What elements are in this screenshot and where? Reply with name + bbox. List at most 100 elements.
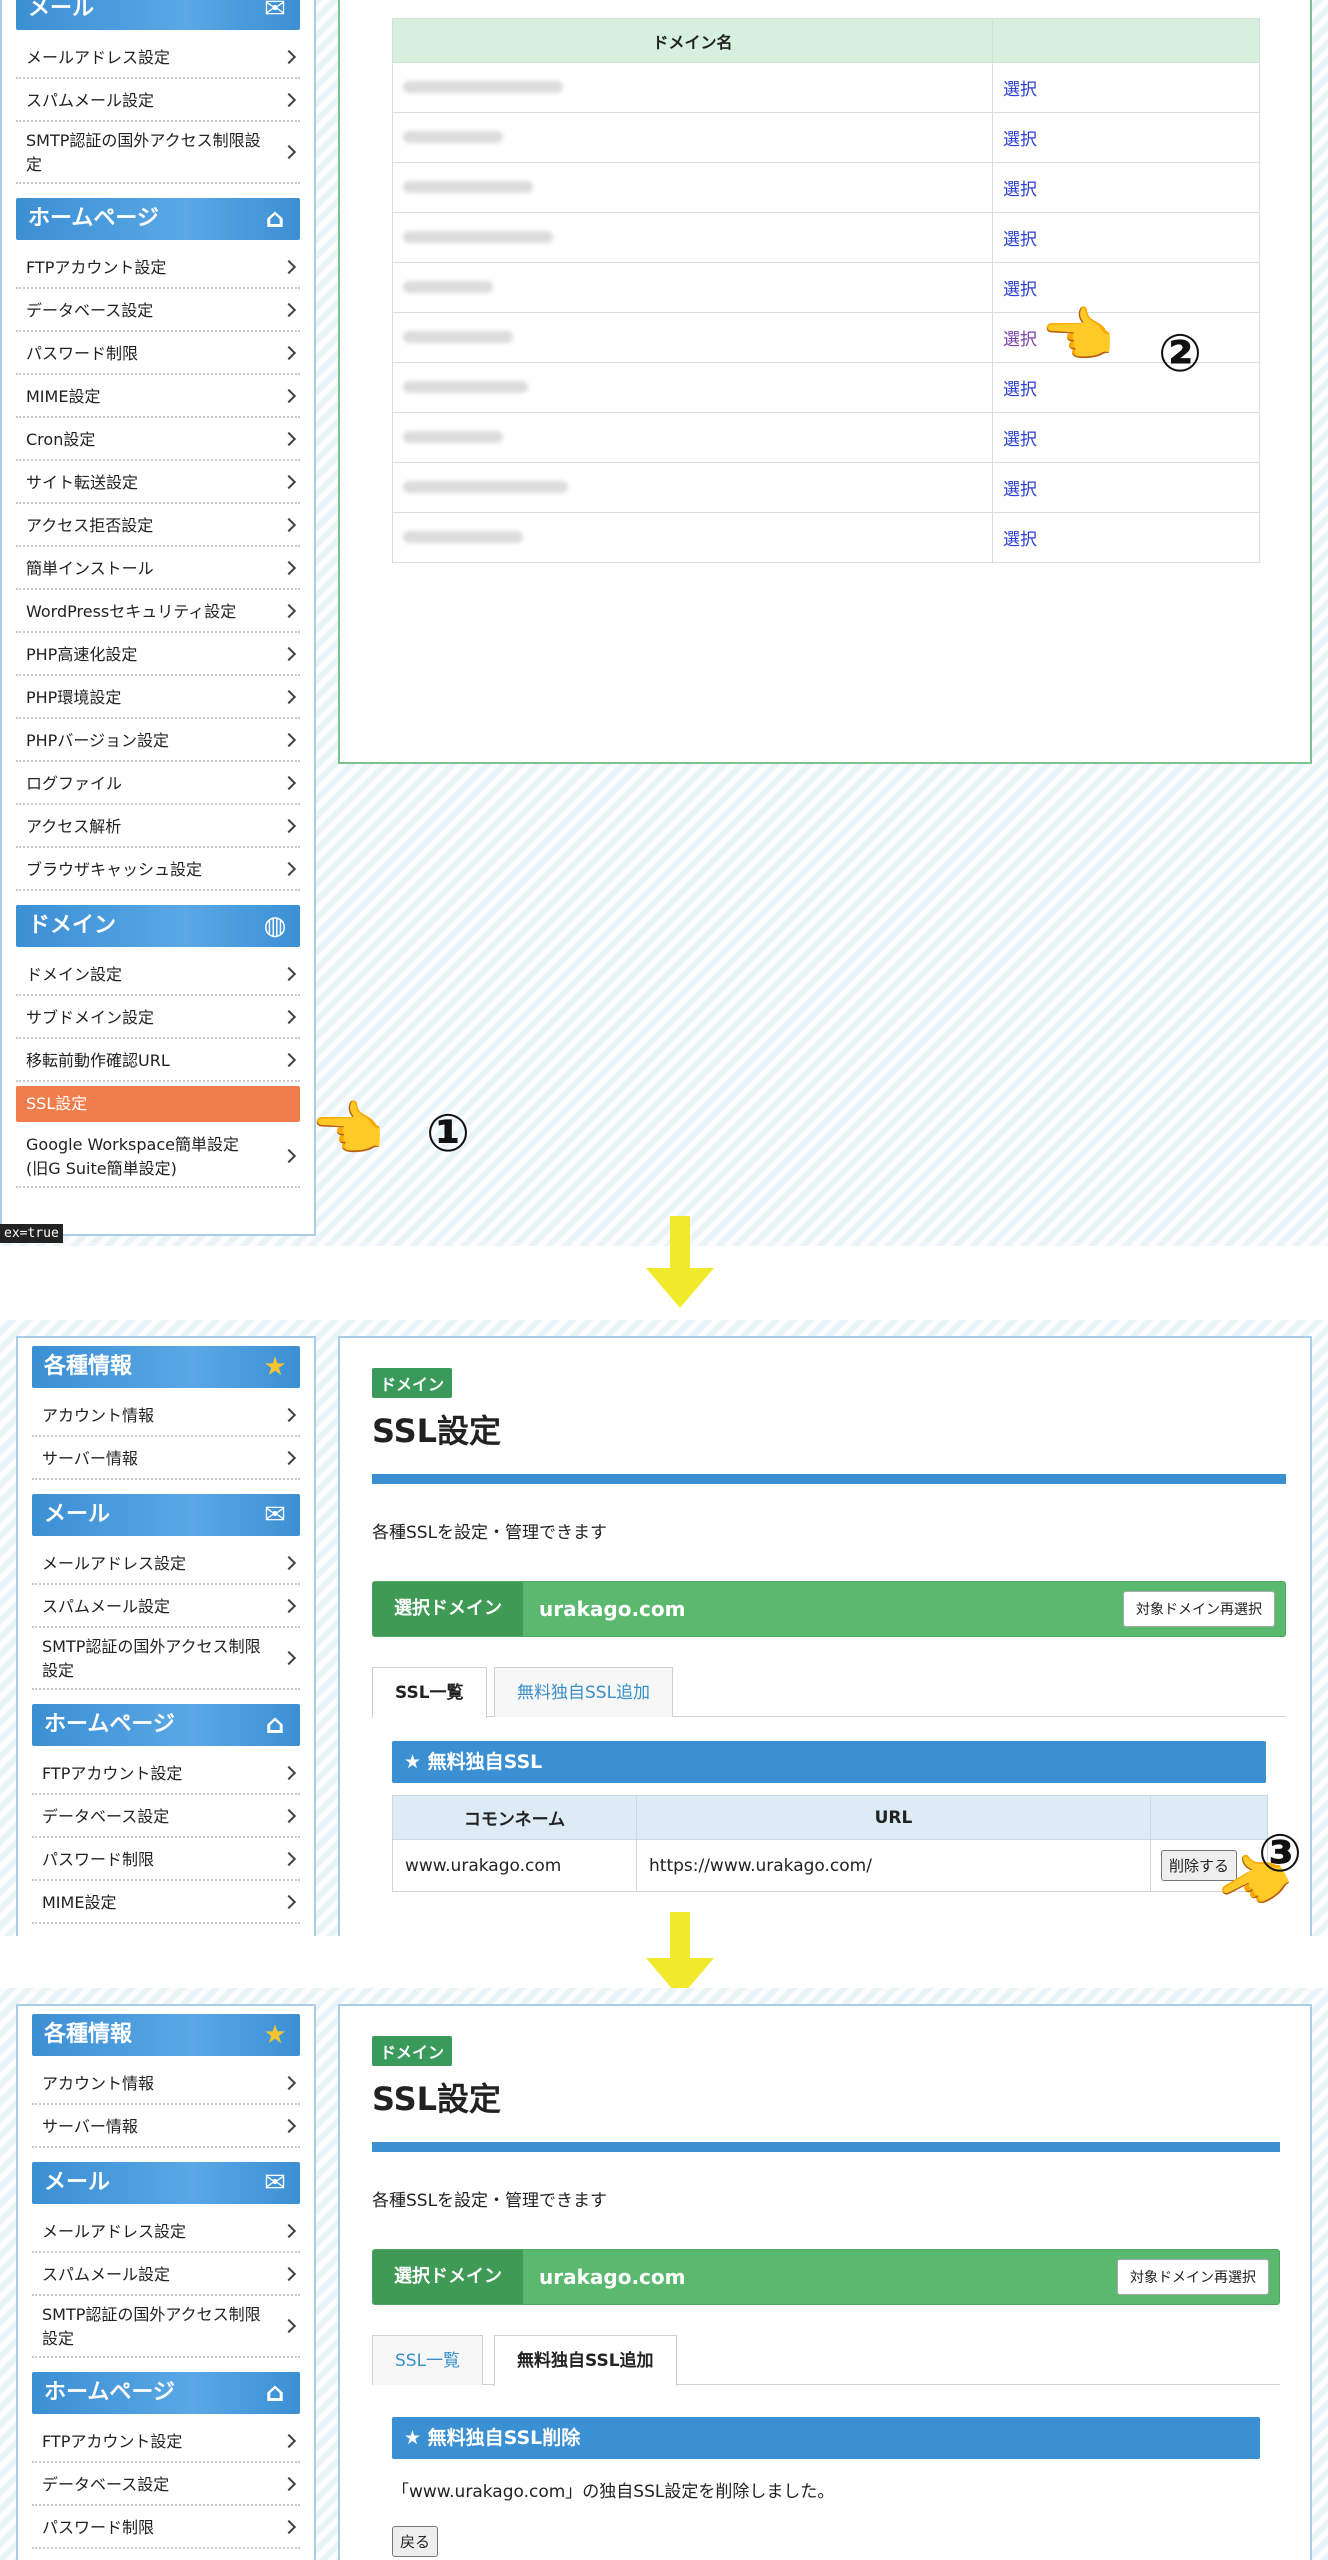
menu-wp-security[interactable]: WordPressセキュリティ設定 [16,590,300,633]
mail-icon: ✉ [264,0,286,24]
menu-preview-url[interactable]: 移転前動作確認URL [16,1039,300,1082]
select-link[interactable]: 選択 [1003,430,1037,450]
menu-mail-address[interactable]: メールアドレス設定 [16,36,300,79]
menu-smtp-restrict[interactable]: SMTP認証の国外アクセス制限設定 [16,122,300,184]
blurred-domain [403,481,568,493]
menu-spam-mail[interactable]: スパムメール設定 [32,1585,300,1628]
chevron-right-icon [281,92,297,107]
tab-ssl-list[interactable]: SSL一覧 [372,1667,487,1718]
page-description: 各種SSLを設定・管理できます [372,2191,608,2211]
menu-account-info[interactable]: アカウント情報 [32,1394,300,1437]
menu-site-redirect[interactable]: サイト転送設定 [16,461,300,504]
chevron-right-icon [281,1052,297,1067]
category-homepage: ホームページ ⌂ [16,198,300,240]
menu-server-info[interactable]: サーバー情報 [32,1437,300,1480]
select-link[interactable]: 選択 [1003,280,1037,300]
category-mail: メール ✉ [32,1494,300,1536]
table-row-selected: 選択 [392,312,1260,363]
menu-ssl-setting[interactable]: SSL設定 [16,1086,300,1122]
menu-spam-mail[interactable]: スパムメール設定 [32,2253,300,2296]
menu-subdomain[interactable]: サブドメイン設定 [16,996,300,1039]
menu-mime[interactable]: MIME設定 [16,375,300,418]
menu-ftp[interactable]: FTPアカウント設定 [32,1752,300,1795]
page-description: 各種SSLを設定・管理できます [372,1523,608,1543]
menu-ftp[interactable]: FTPアカウント設定 [16,246,300,289]
star-icon: ★ [263,2020,287,2050]
tab-bar: SSL一覧 無料独自SSL追加 [372,2335,1280,2386]
category-homepage: ホームページ ⌂ [32,2372,300,2414]
chevron-right-icon [281,861,297,876]
menu-mail-address[interactable]: メールアドレス設定 [32,2210,300,2253]
chevron-right-icon [281,1148,297,1164]
blurred-domain [403,281,493,293]
select-link[interactable]: 選択 [1003,480,1037,500]
menu-mail-address[interactable]: メールアドレス設定 [32,1542,300,1585]
select-link[interactable]: 選択 [1003,530,1037,550]
menu-browser-cache[interactable]: ブラウザキャッシュ設定 [16,848,300,891]
blurred-domain [403,331,513,343]
chevron-right-icon [281,818,297,833]
select-link-target[interactable]: 選択 [1003,330,1037,350]
blurred-domain [403,381,528,393]
chevron-right-icon [281,1851,297,1866]
menu-php-env[interactable]: PHP環境設定 [16,676,300,719]
menu-password[interactable]: パスワード制限 [16,332,300,375]
menu-php-speed[interactable]: PHP高速化設定 [16,633,300,676]
category-info: 各種情報 ★ [32,2014,300,2056]
menu-log-file[interactable]: ログファイル [16,762,300,805]
select-link[interactable]: 選択 [1003,180,1037,200]
menu-database[interactable]: データベース設定 [32,1795,300,1838]
step3-main: ドメイン SSL設定 各種SSLを設定・管理できます 選択ドメイン urakag… [338,2004,1312,2560]
menu-database[interactable]: データベース設定 [16,289,300,332]
table-row: 選択 [392,162,1260,213]
selected-domain-value: urakago.com [539,1597,686,1621]
reselect-domain-button[interactable]: 対象ドメイン再選択 [1123,1591,1275,1627]
select-link[interactable]: 選択 [1003,130,1037,150]
select-link[interactable]: 選択 [1003,230,1037,250]
step2-main: ドメイン SSL設定 各種SSLを設定・管理できます 選択ドメイン urakag… [338,1336,1312,1936]
reselect-domain-button[interactable]: 対象ドメイン再選択 [1117,2259,1269,2295]
chevron-right-icon [281,388,297,403]
menu-password[interactable]: パスワード制限 [32,1838,300,1881]
chevron-right-icon [281,2433,297,2448]
chevron-right-icon [281,49,297,64]
blurred-domain [403,81,563,93]
menu-smtp-restrict[interactable]: SMTP認証の国外アクセス制限設定 [32,2296,300,2358]
selected-domain-bar: 選択ドメイン urakago.com 対象ドメイン再選択 [372,1581,1286,1637]
step-marker-2: ② [1158,324,1203,384]
back-button[interactable]: 戻る [392,2526,439,2557]
section-tag: ドメイン [372,2036,453,2066]
chevron-right-icon [281,2519,297,2534]
menu-domain-setting[interactable]: ドメイン設定 [16,953,300,996]
chevron-right-icon [281,1894,297,1909]
select-link[interactable]: 選択 [1003,80,1037,100]
menu-account-info[interactable]: アカウント情報 [32,2062,300,2105]
menu-database[interactable]: データベース設定 [32,2463,300,2506]
debug-tooltip: ex=true [0,1224,63,1243]
chevron-right-icon [281,1808,297,1823]
table-row: 選択 [392,462,1260,513]
pointing-hand-icon: 👈 [1040,301,1115,371]
menu-smtp-restrict[interactable]: SMTP認証の国外アクセス制限設定 [32,1628,300,1690]
menu-spam-mail[interactable]: スパムメール設定 [16,79,300,122]
menu-password[interactable]: パスワード制限 [32,2506,300,2549]
category-mail: メール ✉ [32,2162,300,2204]
menu-ftp[interactable]: FTPアカウント設定 [32,2420,300,2463]
select-link[interactable]: 選択 [1003,380,1037,400]
tab-free-ssl-add[interactable]: 無料独自SSL追加 [494,2335,677,2386]
menu-server-info[interactable]: サーバー情報 [32,2105,300,2148]
selected-domain-value: urakago.com [539,2265,686,2289]
tab-ssl-list[interactable]: SSL一覧 [372,2335,484,2385]
menu-easy-install[interactable]: 簡単インストール [16,547,300,590]
menu-access-deny[interactable]: アクセス拒否設定 [16,504,300,547]
menu-php-version[interactable]: PHPバージョン設定 [16,719,300,762]
menu-google-workspace[interactable]: Google Workspace簡単設定 (旧G Suite簡単設定) [16,1126,300,1188]
step-marker-1: ① [426,1104,471,1164]
chevron-right-icon [281,302,297,317]
chevron-right-icon [281,2476,297,2491]
menu-cron[interactable]: Cron設定 [16,418,300,461]
domain-table: ドメイン名 選択 選択 選択 選択 選択 選択 選択 選択 選択 選択 [392,18,1260,563]
menu-mime[interactable]: MIME設定 [32,1881,300,1924]
tab-free-ssl-add[interactable]: 無料独自SSL追加 [494,1667,674,1717]
menu-access-analysis[interactable]: アクセス解析 [16,805,300,848]
